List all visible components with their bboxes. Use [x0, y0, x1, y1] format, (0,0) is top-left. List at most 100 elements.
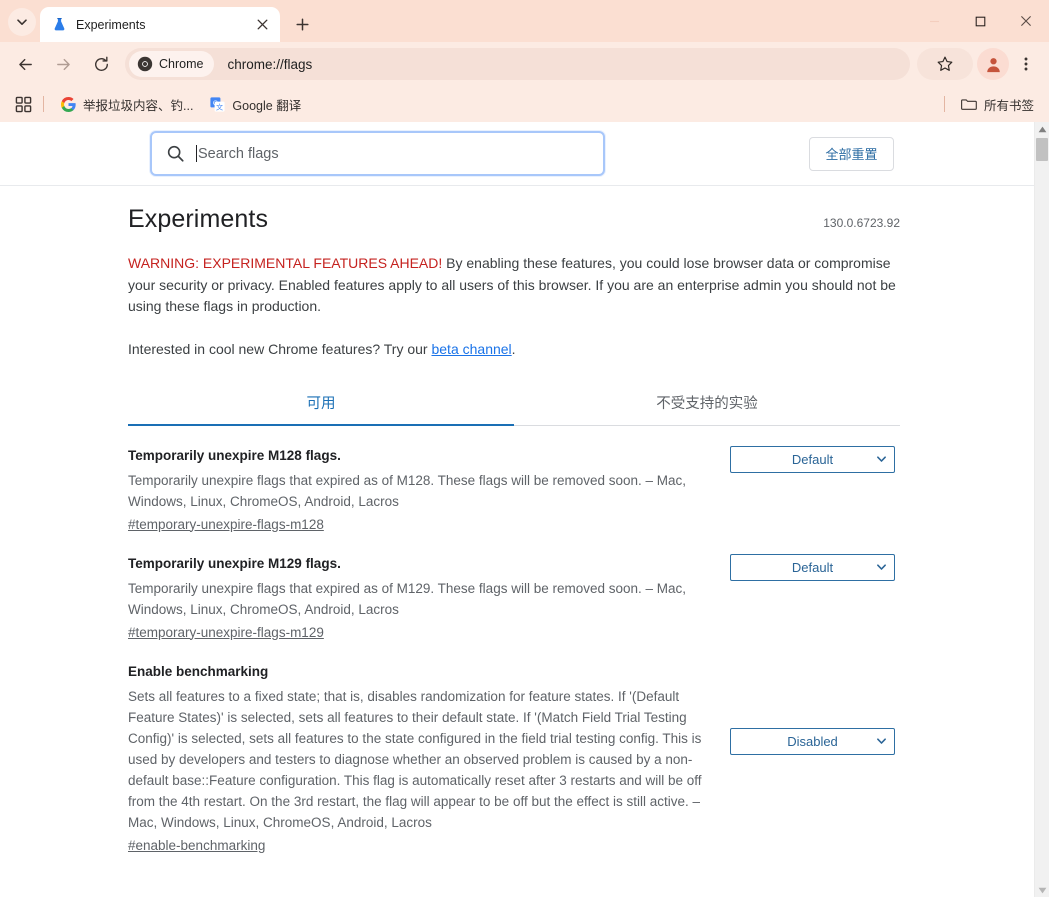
scrollbar-thumb[interactable]	[1036, 138, 1048, 161]
omnibox-chip-label: Chrome	[159, 57, 204, 71]
flag-row: Enable benchmarking Sets all features to…	[128, 642, 900, 855]
arrow-right-icon	[56, 58, 70, 70]
maximize-button[interactable]	[957, 0, 1003, 42]
flag-select-container: Default	[720, 553, 900, 581]
bookmark-item-1[interactable]: G 文 Google 翻译	[202, 91, 308, 117]
apps-grid-icon	[15, 96, 31, 112]
page-title-row: Experiments 130.0.6723.92	[128, 205, 900, 234]
tab-title: Experiments	[76, 17, 146, 32]
reload-icon	[94, 56, 108, 71]
beta-channel-link[interactable]: beta channel	[431, 341, 511, 357]
tab-strip: Experiments	[0, 0, 1049, 42]
triangle-down-icon	[1038, 887, 1046, 893]
flag-state-select[interactable]: Default	[730, 445, 895, 473]
page-scrollbar[interactable]	[1034, 122, 1049, 897]
arrow-left-icon	[18, 58, 32, 70]
flag-anchor-link[interactable]: #temporary-unexpire-flags-m129	[128, 625, 324, 640]
page-title: Experiments	[128, 205, 269, 233]
reload-button[interactable]	[85, 48, 117, 80]
profile-avatar-button[interactable]	[977, 48, 1009, 80]
search-icon	[166, 144, 186, 163]
tab-available[interactable]: 可用	[128, 382, 514, 426]
chrome-version: 130.0.6723.92	[823, 216, 900, 230]
bookmark-label: Google 翻译	[232, 98, 302, 113]
bookmark-star-button[interactable]	[917, 48, 973, 80]
google-translate-icon: G 文	[209, 96, 225, 112]
maximize-icon	[975, 16, 985, 26]
close-icon	[1021, 16, 1031, 26]
tab-unsupported[interactable]: 不受支持的实验	[514, 382, 900, 425]
tab-available-label: 可用	[306, 395, 336, 412]
folder-icon	[961, 96, 977, 112]
window-controls	[911, 0, 1049, 42]
flag-title: Temporarily unexpire M128 flags.	[128, 447, 341, 463]
all-bookmarks-label: 所有书签	[983, 98, 1034, 113]
profile-avatar-icon	[986, 57, 1000, 72]
flag-info: Temporarily unexpire M129 flags. Tempora…	[128, 554, 720, 642]
new-tab-button[interactable]	[288, 10, 316, 38]
browser-toolbar: Chrome chrome://flags	[0, 42, 1049, 86]
chevron-down-icon	[17, 19, 27, 25]
chrome-logo-icon	[137, 56, 153, 72]
search-input[interactable]: Search flags	[150, 131, 605, 176]
chevron-down-icon	[876, 454, 887, 465]
three-dots-vertical-icon	[1024, 57, 1028, 71]
flag-state-value: Default	[791, 559, 834, 575]
beta-text-before: Interested in cool new Chrome features? …	[128, 340, 432, 357]
bookmarks-divider	[43, 96, 44, 112]
chevron-down-icon	[876, 562, 887, 573]
flag-row: Temporarily unexpire M128 flags. Tempora…	[128, 426, 900, 534]
tab-close-button[interactable]	[252, 15, 272, 35]
chevron-down-icon	[876, 736, 887, 747]
warning-headline: WARNING: EXPERIMENTAL FEATURES AHEAD!	[128, 255, 443, 271]
omnibox-chrome-chip[interactable]: Chrome	[129, 51, 215, 77]
bookmark-label: 举报垃圾内容、钓...	[83, 98, 194, 113]
reset-all-label: 全部重置	[825, 147, 878, 162]
warning-paragraph: WARNING: EXPERIMENTAL FEATURES AHEAD! By…	[128, 253, 900, 318]
omnibox-url-text: chrome://flags	[227, 56, 313, 72]
bookmarks-bar: 举报垃圾内容、钓... G 文 Google 翻译 所有书签	[0, 86, 1049, 122]
text-caret	[196, 145, 197, 162]
svg-text:文: 文	[216, 102, 223, 111]
flag-title: Enable benchmarking	[128, 663, 269, 679]
flag-state-select[interactable]: Default	[730, 553, 895, 581]
apps-shortcut-button[interactable]	[10, 91, 36, 117]
beta-channel-paragraph: Interested in cool new Chrome features? …	[128, 339, 900, 360]
all-bookmarks-button[interactable]: 所有书签	[954, 91, 1041, 117]
bookmarks-divider-right	[943, 96, 945, 112]
reset-all-button[interactable]: 全部重置	[809, 136, 894, 171]
close-icon	[257, 19, 267, 30]
bookmark-item-0[interactable]: 举报垃圾内容、钓...	[53, 91, 200, 117]
back-button[interactable]	[9, 48, 41, 80]
minimize-icon	[929, 20, 939, 22]
flag-description: Sets all features to a fixed state; that…	[128, 688, 702, 830]
browser-menu-button[interactable]	[1011, 48, 1041, 80]
browser-window: Experiments Chrome chrome://flags 举报垃圾内容…	[0, 0, 1049, 897]
flag-select-container: Disabled	[720, 662, 900, 755]
tab-search-button[interactable]	[8, 8, 36, 36]
flags-content-inner: Experiments 130.0.6723.92 WARNING: EXPER…	[128, 186, 900, 855]
flag-anchor-link[interactable]: #temporary-unexpire-flags-m128	[128, 517, 324, 532]
flags-tabs: 可用 不受支持的实验	[128, 382, 900, 426]
forward-button[interactable]	[47, 48, 79, 80]
flask-icon	[51, 17, 67, 33]
page-viewport: Search flags 全部重置 Experiments 130.0.6723…	[0, 122, 1049, 897]
google-g-icon	[60, 96, 76, 112]
minimize-button[interactable]	[911, 0, 957, 42]
address-bar[interactable]: Chrome chrome://flags	[125, 48, 910, 80]
flag-title: Temporarily unexpire M129 flags.	[128, 555, 341, 571]
search-placeholder: Search flags	[198, 145, 279, 162]
flag-state-value: Disabled	[787, 733, 838, 749]
close-window-button[interactable]	[1003, 0, 1049, 42]
flags-search-header: Search flags 全部重置	[0, 122, 1049, 186]
tab-unsupported-label: 不受支持的实验	[656, 395, 758, 412]
flag-row: Temporarily unexpire M129 flags. Tempora…	[128, 534, 900, 642]
triangle-up-icon	[1038, 126, 1046, 132]
scrollbar-down-button[interactable]	[1035, 883, 1049, 897]
scrollbar-up-button[interactable]	[1035, 122, 1049, 136]
flags-content: Experiments 130.0.6723.92 WARNING: EXPER…	[0, 186, 1049, 897]
browser-tab-experiments[interactable]: Experiments	[40, 7, 280, 42]
flag-state-select[interactable]: Disabled	[730, 727, 895, 755]
flag-anchor-link[interactable]: #enable-benchmarking	[128, 838, 265, 853]
flag-state-value: Default	[791, 451, 834, 467]
